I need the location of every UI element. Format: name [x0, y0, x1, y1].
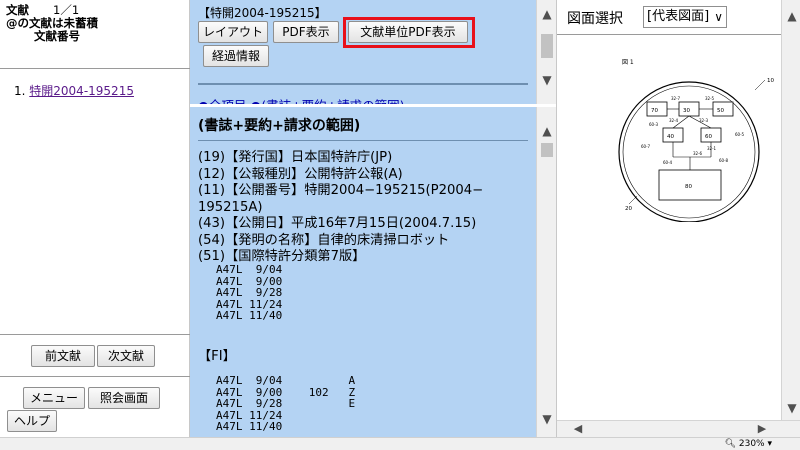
fi-classification-list: A47L 9/04 A A47L 9/00 102 Z A47L 9/28 E A47…	[216, 375, 355, 433]
ipc-code: A47L 9/28	[216, 286, 283, 299]
scroll-up-arrow-icon[interactable]: ▲	[537, 121, 557, 141]
ref-label: 32-4	[669, 118, 679, 123]
scroll-up-arrow-icon[interactable]: ▲	[537, 4, 557, 24]
toolbar-scrollbar[interactable]: ▲ ▼	[536, 0, 556, 104]
figure-select-value: [代表図面]	[647, 9, 710, 24]
ipc-classification-list: A47L 9/04 A47L 9/00 A47L 9/28 A47L 11/24 A47…	[216, 264, 282, 322]
ref-label: 60-3	[649, 122, 659, 127]
figure-title: 図 1	[622, 59, 634, 66]
item-selection-links[interactable]: ●全項目 ●(書誌+要約+請求の範囲)	[198, 95, 405, 104]
ref-label: 32-7	[671, 96, 681, 101]
document-link[interactable]: 特開2004-195215	[29, 84, 134, 98]
document-list: 1. 特開2004-195215	[14, 82, 134, 99]
next-document-button[interactable]: 次文献	[97, 345, 155, 367]
biblio-line: (43)【公開日】平成16年7月15日(2004.7.15)	[198, 216, 477, 231]
component-label: 50	[717, 108, 724, 114]
scroll-down-arrow-icon[interactable]: ▼	[537, 70, 557, 90]
biblio-line: 195215A)	[198, 199, 263, 215]
component-label: 30	[683, 108, 690, 114]
scroll-down-arrow-icon[interactable]: ▼	[537, 409, 557, 429]
ipc-code: A47L 9/04	[216, 263, 283, 276]
highlight-box	[343, 17, 475, 48]
figure-select[interactable]: [代表図面] ∨	[643, 6, 727, 28]
pdf-view-button[interactable]: PDF表示	[273, 21, 339, 43]
list-item-index: 1.	[14, 84, 26, 98]
divider	[0, 376, 190, 377]
document-content-pane: (書誌+要約+請求の範囲) (19)【発行国】日本国特許庁(JP) (12)【公報…	[190, 107, 536, 437]
document-header: 文献 1／1 @の文献は未蓄積 文献番号	[6, 4, 98, 43]
ref-label: 60-7	[641, 144, 651, 149]
ref-label: 32-6	[693, 151, 703, 156]
fi-code: A47L 11/40	[216, 420, 283, 433]
figure-ref-10: 10	[767, 78, 774, 84]
fi-code: A47L 9/04 A	[216, 374, 356, 387]
status-bar: 🔍︎ 230% ▾	[0, 437, 800, 450]
magnifier-icon: 🔍︎	[724, 439, 736, 449]
prev-document-button[interactable]: 前文献	[31, 345, 95, 367]
figure-select-label: 図面選択	[567, 11, 623, 27]
fi-code: A47L 9/28 E	[216, 397, 356, 410]
ref-label: 60-4	[663, 160, 673, 165]
bibliographic-info: (19)【発行国】日本国特許庁(JP) (12)【公報種別】公開特許公報(A) (1…	[198, 150, 483, 266]
scroll-down-arrow-icon[interactable]: ▼	[782, 398, 800, 418]
divider	[198, 83, 528, 85]
component-label: 80	[685, 184, 692, 190]
component-label: 70	[651, 108, 658, 114]
scroll-right-arrow-icon[interactable]: ▶	[753, 421, 771, 437]
ref-label: 60-8	[719, 158, 729, 163]
representative-figure: 図 1 10 70 30 50 40 60 80 32-7 32-5 32-4 …	[618, 59, 774, 222]
component-label: 40	[667, 134, 674, 140]
divider	[0, 68, 190, 69]
fi-heading: 【FI】	[198, 349, 236, 364]
leader-line	[754, 79, 766, 91]
component-label: 60	[705, 134, 712, 140]
zoom-level[interactable]: 🔍︎ 230% ▾	[725, 439, 772, 449]
document-toolbar-pane: 【特開2004-195215】 レイアウト PDF表示 文献単位PDF表示 経過…	[190, 0, 536, 104]
ref-label: 32-3	[699, 118, 709, 123]
scroll-thumb[interactable]	[541, 143, 553, 157]
layout-button[interactable]: レイアウト	[198, 21, 268, 43]
figure-horizontal-scrollbar[interactable]: ◀ ▶	[557, 420, 800, 437]
help-button[interactable]: ヘルプ	[7, 410, 57, 432]
scroll-left-arrow-icon[interactable]: ◀	[569, 421, 587, 437]
chevron-down-icon: ∨	[714, 10, 723, 24]
scroll-thumb[interactable]	[541, 34, 553, 58]
menu-button[interactable]: メニュー	[23, 387, 85, 409]
scroll-up-arrow-icon[interactable]: ▲	[782, 6, 800, 26]
document-number-label: 文献番号	[34, 29, 80, 43]
figure-scrollbar[interactable]: ▲ ▼	[781, 0, 800, 420]
biblio-line: (12)【公報種別】公開特許公報(A)	[198, 166, 403, 182]
ipc-code: A47L 11/40	[216, 309, 283, 322]
biblio-line: (54)【発明の名称】自律的床清掃ロボット	[198, 232, 450, 248]
divider	[557, 34, 781, 35]
query-screen-button[interactable]: 照会画面	[88, 387, 160, 409]
leader-line	[628, 195, 638, 205]
document-list-pane: 文献 1／1 @の文献は未蓄積 文献番号 1. 特開2004-195215 前文…	[0, 0, 190, 437]
divider	[0, 334, 190, 335]
biblio-line: (19)【発行国】日本国特許庁(JP)	[198, 150, 393, 165]
document-number: 【特開2004-195215】	[198, 6, 327, 20]
history-info-button[interactable]: 経過情報	[203, 45, 269, 67]
section-title: (書誌+要約+請求の範囲)	[198, 118, 361, 134]
figure-ref-20: 20	[625, 206, 632, 212]
divider	[198, 140, 528, 141]
biblio-line: (11)【公開番号】特開2004−195215(P2004−	[198, 183, 484, 198]
zoom-value: 230%	[738, 439, 765, 449]
ref-label: 32-5	[705, 96, 715, 101]
ref-label: 32-1	[707, 146, 717, 151]
figure-pane: 図面選択 [代表図面] ∨ 図 1 10 70 30 50 40 60 80 3…	[556, 0, 800, 437]
content-scrollbar[interactable]: ▲ ▼	[536, 107, 556, 437]
ref-label: 60-5	[735, 132, 745, 137]
